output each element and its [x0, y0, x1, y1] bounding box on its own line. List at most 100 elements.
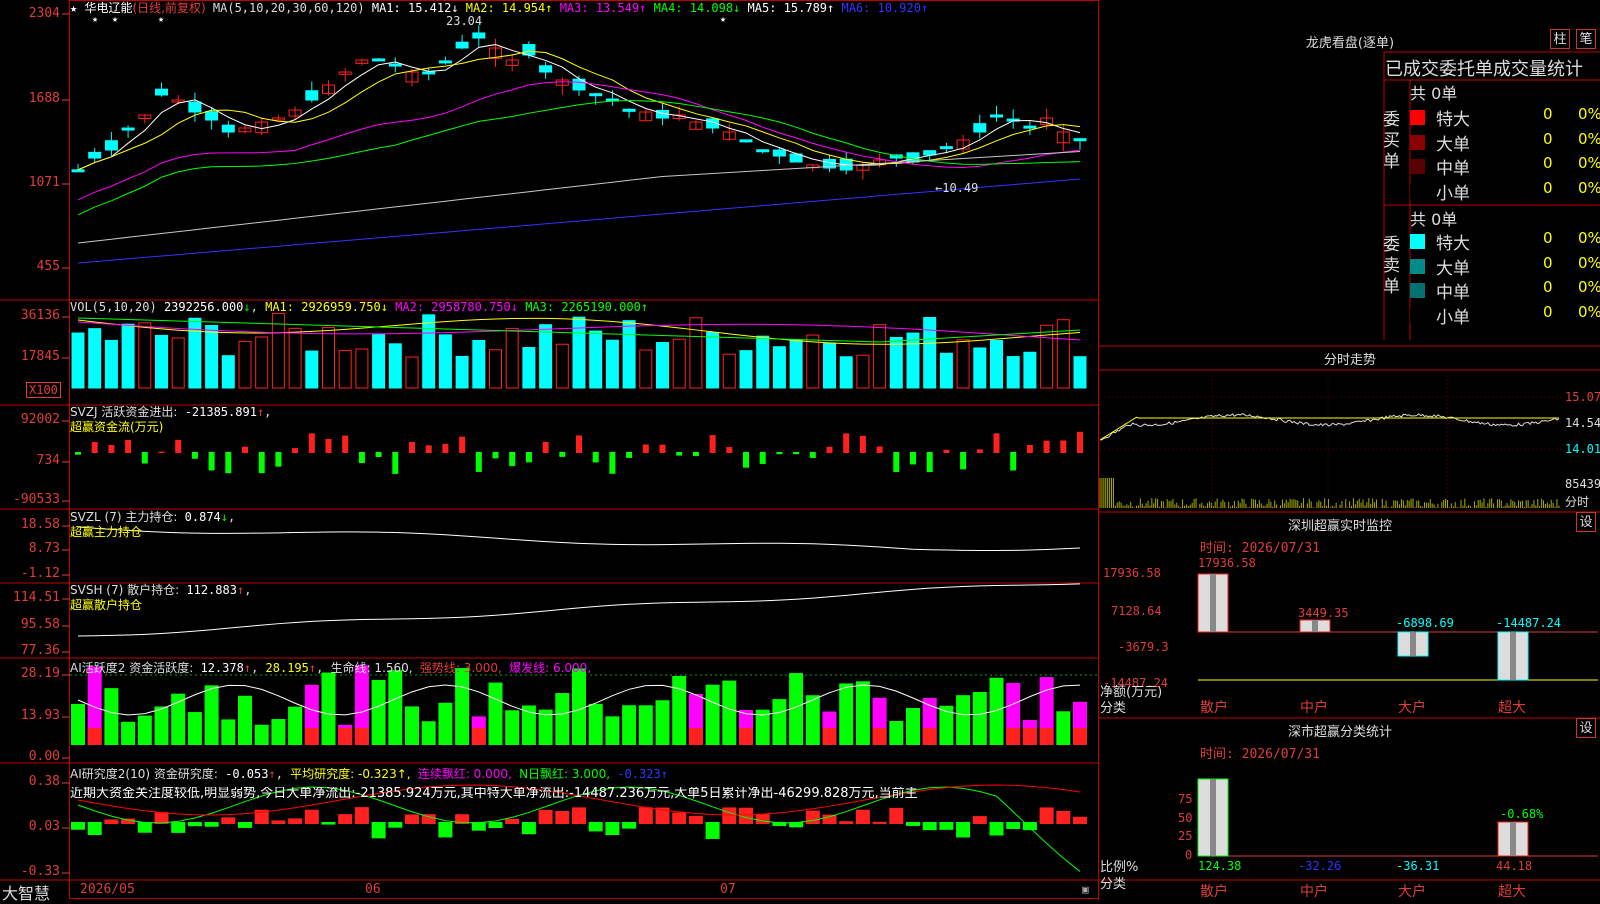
volume-bar	[856, 354, 870, 389]
activity-bar	[321, 672, 336, 745]
main-chart-canvas[interactable]: ★ ★ ★ ★	[0, 0, 1600, 900]
monitor-value: 17936.58	[1198, 556, 1256, 570]
fund-flow-bar	[342, 435, 349, 453]
activity-bar	[772, 699, 787, 745]
buy-orders-label: 委买单	[1383, 110, 1400, 172]
buy-row-p: 0%	[1578, 105, 1600, 123]
activity-bar-base	[354, 728, 369, 745]
volume-bar	[973, 347, 987, 389]
activity-bar	[171, 693, 186, 745]
activity-bar	[154, 706, 169, 745]
research-bar	[238, 822, 252, 828]
sell-row-swatch	[1410, 234, 1425, 249]
candle-body	[539, 65, 553, 73]
buy-row-n: 0	[1543, 129, 1553, 148]
classify-y-tick: 0	[1185, 848, 1193, 862]
candle-body	[372, 58, 386, 62]
volume-bar	[706, 331, 720, 389]
svzl-value: 0.874	[184, 510, 221, 524]
fund-flow-bar	[292, 448, 299, 453]
activity-bar	[722, 680, 737, 745]
monitor-category: 中户	[1300, 700, 1328, 716]
fund-flow-bar	[642, 444, 649, 453]
research-bar	[204, 822, 219, 827]
svsh-label: SVSH (7) 散户持仓:	[70, 583, 180, 597]
fund-flow-bar	[125, 439, 132, 453]
fund-flow-bar	[75, 452, 81, 455]
research-bar	[922, 822, 937, 831]
tick-mode-button[interactable]: 笔	[1576, 29, 1596, 49]
activity-bar	[521, 705, 536, 745]
fund-flow-bar	[175, 439, 182, 453]
activity-bar	[622, 705, 637, 745]
activity-bar	[371, 679, 386, 745]
svzj-arrow: ↑	[256, 405, 265, 419]
classify-value: -36.31	[1396, 859, 1440, 873]
svsh-y-tick: 77.36	[20, 643, 60, 658]
fund-flow-bar	[676, 452, 683, 456]
research-bar	[521, 822, 536, 835]
volume-bar	[656, 342, 669, 389]
buy-row-swatch	[1410, 183, 1425, 199]
ma5-line	[77, 151, 1081, 244]
fund-flow-bar	[1026, 445, 1033, 453]
fund-flow-bar	[225, 452, 232, 474]
buy-total: 共 0单	[1410, 84, 1458, 103]
activity-bar-base	[1073, 728, 1087, 745]
classify-settings-button[interactable]: 设	[1576, 718, 1596, 738]
volume-bar	[1073, 356, 1087, 389]
lock-icon[interactable]: ▣	[1082, 883, 1089, 896]
candle-body	[104, 140, 118, 151]
fund-flow-bar	[158, 451, 165, 453]
monitor-y-tick: 7128.64	[1111, 604, 1162, 618]
fund-flow-bar	[191, 452, 198, 459]
activity-bar-base	[1006, 728, 1021, 745]
activity-bar	[421, 721, 436, 745]
sell-orders-label: 委卖单	[1383, 235, 1400, 297]
volume-bar	[322, 327, 335, 389]
vol-unit-button[interactable]: X100	[26, 382, 61, 398]
fund-flow-bar	[509, 452, 516, 467]
vol-y-tick: 17845	[20, 349, 60, 364]
activity-bar-base	[338, 728, 353, 745]
fund-flow-bar	[108, 445, 115, 453]
brand-logo: 大智慧	[2, 884, 51, 903]
buy-row-swatch	[1410, 134, 1425, 150]
activity-bar	[455, 668, 470, 745]
ai-research-y-tick: 0.03	[28, 819, 60, 834]
svzj-y-tick: -90533	[13, 492, 60, 507]
fund-flow-bar	[542, 441, 549, 453]
classify-bar-shade	[1510, 822, 1516, 856]
monitor-category: 大户	[1398, 700, 1426, 716]
candle-body	[455, 41, 469, 49]
volume-bar	[438, 334, 452, 389]
research-bar	[137, 822, 152, 833]
fund-flow-bar	[358, 452, 365, 464]
volume-bar	[539, 324, 553, 389]
fund-flow-bar	[859, 435, 866, 453]
candle-body	[622, 108, 636, 112]
fund-flow-bar	[559, 452, 566, 457]
research-bar	[104, 819, 119, 824]
intraday-price-tick: 14.54	[1565, 416, 1600, 430]
candle-body	[155, 88, 168, 96]
vol-arrow: ↓	[243, 300, 251, 314]
monitor-settings-button[interactable]: 设	[1576, 512, 1596, 532]
activity-bar	[572, 668, 586, 745]
activity-bar	[972, 692, 987, 745]
kline-header: ★ 华电辽能(日线,前复权) MA(5,10,20,30,60,120) MA1…	[70, 1, 928, 15]
research-bar	[705, 822, 720, 839]
ai-research-value: -0.053	[225, 767, 269, 781]
svzj-label: SVZJ 活跃资金进出:	[70, 405, 178, 419]
kline-y-tick: 1071	[28, 175, 60, 190]
monitor-y-tick: -3679.3	[1118, 640, 1169, 654]
vol-header: VOL(5,10,20) 2392256.000↓, MA1: 2926959.…	[70, 300, 649, 314]
research-bar	[889, 807, 904, 824]
activity-bar	[204, 685, 219, 745]
stock-name[interactable]: 华电辽能	[84, 1, 132, 15]
monitor-value: -6898.69	[1396, 616, 1454, 630]
bar-mode-button[interactable]: 柱	[1550, 29, 1570, 49]
fund-flow-bar	[258, 452, 265, 474]
volume-bar	[555, 343, 569, 389]
activity-bar	[1056, 711, 1071, 745]
